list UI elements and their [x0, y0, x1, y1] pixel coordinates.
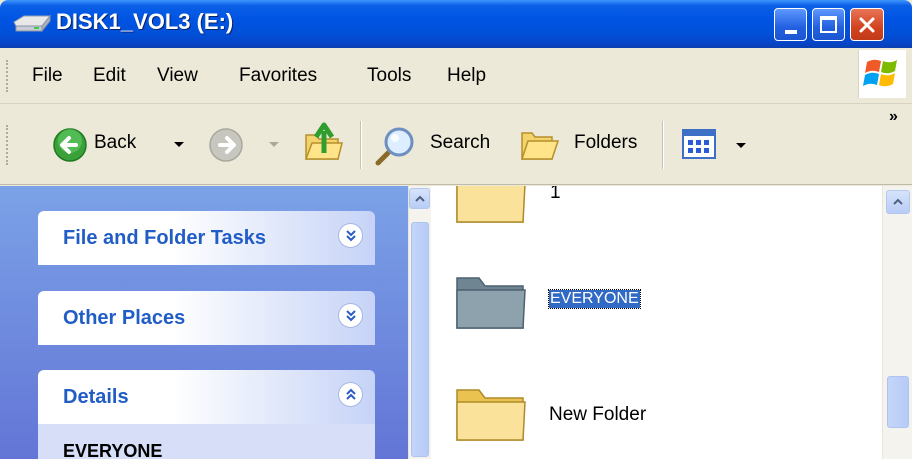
minimize-icon [784, 29, 797, 34]
windows-logo [858, 50, 906, 98]
menu-edit[interactable]: Edit [93, 65, 126, 87]
file-name: EVERYONE [548, 289, 641, 309]
collapse-button[interactable] [338, 382, 363, 407]
file-view-scrollbar[interactable] [882, 186, 912, 459]
folder-up-icon [304, 122, 343, 160]
toolbar-separator [662, 121, 664, 169]
toolbar-grip[interactable] [6, 125, 10, 165]
menu-file[interactable]: File [32, 65, 63, 87]
chevron-down-double-icon [345, 309, 356, 321]
back-button[interactable]: Back [48, 121, 190, 169]
search-button[interactable]: Search [372, 119, 504, 169]
chevron-up-icon [893, 198, 903, 205]
menu-grip[interactable] [6, 60, 10, 92]
group-file-folder-tasks[interactable]: File and Folder Tasks [38, 211, 375, 265]
group-other-places[interactable]: Other Places [38, 291, 375, 345]
back-label: Back [94, 132, 137, 153]
search-label: Search [430, 132, 491, 153]
back-dropdown-arrow[interactable] [174, 142, 184, 147]
expand-button[interactable] [338, 303, 363, 328]
group-title: Details [63, 386, 129, 408]
group-details[interactable]: Details [38, 370, 375, 424]
menu-help[interactable]: Help [447, 65, 486, 87]
file-name: 1 [550, 186, 561, 203]
menu-favorites[interactable]: Favorites [239, 65, 317, 87]
folder-icon [456, 277, 526, 329]
maximize-icon [820, 16, 837, 33]
forward-arrow-icon [209, 128, 243, 162]
close-button[interactable] [850, 8, 884, 41]
chevron-up-double-icon [345, 388, 356, 400]
chevron-down-double-icon [345, 229, 356, 241]
window-title: DISK1_VOL3 (E:) [56, 9, 234, 34]
back-arrow-icon [53, 128, 87, 162]
details-panel: EVERYONE [38, 424, 375, 459]
toolbar-separator [360, 121, 362, 169]
forward-button[interactable] [206, 121, 282, 169]
task-pane: File and Folder Tasks Other Places Detai… [0, 186, 408, 459]
windows-flag-icon [863, 59, 897, 87]
file-name: New Folder [549, 404, 647, 425]
close-icon [859, 17, 875, 32]
chevron-up-icon [414, 195, 425, 202]
toolbar-overflow-chevron[interactable]: » [889, 108, 898, 126]
menu-bar: File Edit View Favorites Tools Help [0, 48, 912, 104]
folder-icon [456, 389, 526, 441]
scroll-up-button[interactable] [409, 188, 430, 209]
menu-tools[interactable]: Tools [367, 65, 411, 87]
details-item-name: EVERYONE [63, 441, 163, 459]
folder-icon [456, 186, 526, 223]
views-icon [682, 129, 716, 159]
group-title: File and Folder Tasks [63, 227, 267, 249]
standard-toolbar: Back Search Folders [0, 105, 912, 185]
task-pane-scrollbar[interactable] [408, 186, 431, 459]
group-title: Other Places [63, 307, 186, 329]
views-dropdown-arrow[interactable] [736, 143, 746, 148]
folders-label: Folders [574, 132, 638, 153]
up-folder-button[interactable] [300, 119, 350, 169]
file-list-view: 1 EVERYONE New Folder [431, 186, 912, 459]
search-icon [375, 127, 414, 166]
menu-view[interactable]: View [157, 65, 198, 87]
minimize-button[interactable] [774, 8, 807, 41]
scroll-up-button[interactable] [886, 190, 910, 214]
scroll-thumb[interactable] [887, 376, 909, 428]
folders-icon [520, 132, 560, 160]
expand-button[interactable] [338, 223, 363, 248]
folders-button[interactable]: Folders [518, 119, 652, 169]
scroll-thumb[interactable] [411, 222, 429, 457]
title-bar[interactable]: DISK1_VOL3 (E:) [0, 0, 912, 48]
maximize-button[interactable] [812, 8, 845, 41]
drive-icon [13, 14, 52, 33]
forward-dropdown-arrow[interactable] [269, 142, 279, 147]
views-button[interactable] [678, 123, 748, 167]
